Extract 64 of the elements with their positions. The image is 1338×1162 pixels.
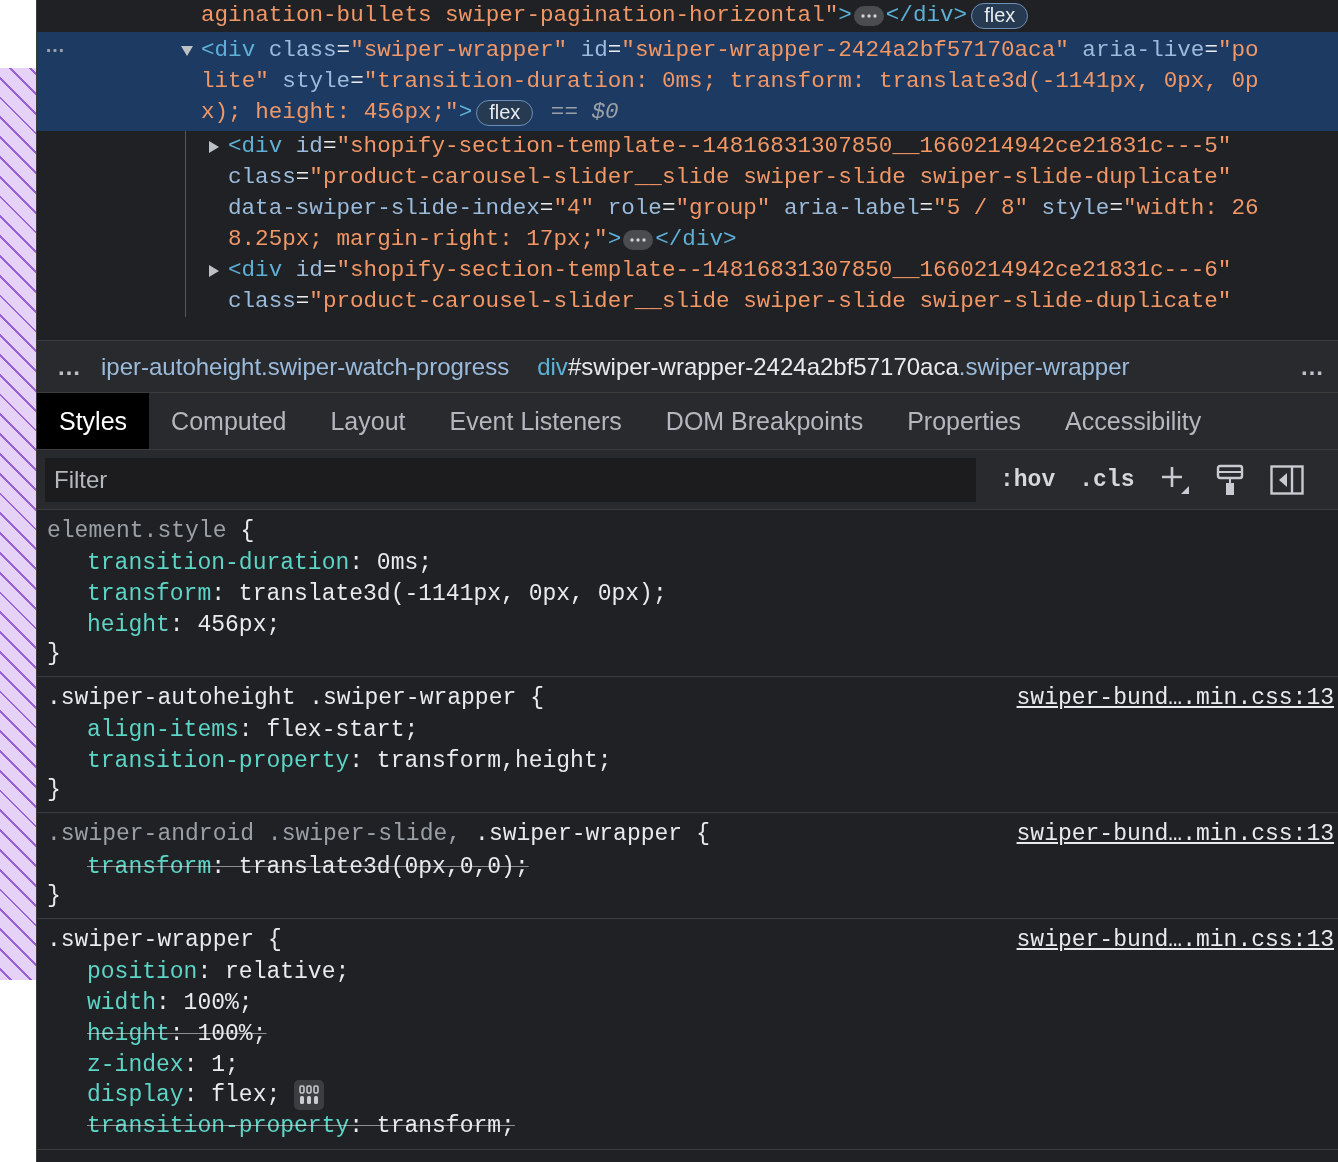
css-selector: .swiper-android .swiper-slide, [47,821,462,848]
flex-badge[interactable]: flex [971,2,1029,29]
opening-brace: { [268,927,282,954]
closing-brace: } [47,882,62,911]
disclosure-triangle-icon[interactable] [208,141,220,153]
css-declaration: align-items: flex-start; [87,717,419,744]
panel-tab[interactable]: Styles [37,393,150,449]
class-toggle[interactable]: .cls [1079,466,1135,493]
hover-state-toggle[interactable]: :hov [1000,466,1056,493]
panel-tab[interactable]: Accessibility [1043,393,1224,449]
css-selector: .swiper-autoheight .swiper-wrapper [47,685,517,712]
flex-badge[interactable]: flex [476,99,534,126]
css-declaration: z-index: 1; [87,1051,239,1078]
code-text: lite" style="transition-duration: 0ms; transform: translate3d(-1141px, 0px, 0p [201,67,1259,96]
opening-brace: { [696,821,710,848]
sidebar-toggle-icon[interactable] [1270,464,1305,495]
source-link[interactable]: swiper-bund….min.css:13 [1016,821,1334,848]
code-text: </div> [655,225,737,254]
panel-tab[interactable]: Computed [149,393,309,449]
closing-brace: } [47,640,62,669]
css-declaration: width: 100%; [87,990,253,1017]
css-selector: element.style [47,518,227,544]
code-text: agination-bullets swiper-pagination-horizontal"> [201,1,852,30]
filter-field[interactable]: Filter [45,457,976,502]
panel-tab[interactable]: Properties [885,393,1044,449]
code-text: data-swiper-slide-index="4" role="group" aria-label="5 / 8" style="width: 26 [228,194,1259,223]
source-link[interactable]: swiper-bund….min.css:13 [1016,685,1334,712]
panel-tab[interactable]: DOM Breakpoints [643,393,886,449]
breadcrumb-overflow[interactable]: … [1280,352,1338,381]
css-declaration: transform: translate3d(-1141px, 0px, 0px); [87,581,667,608]
code-text: class="product-carousel-slider__slide swiper-slide swiper-slide-duplicate" [228,163,1232,192]
breadcrumb[interactable]: div#swiper-wrapper-2424a2bf57170aca.swiper-wrapper [523,352,1144,381]
code-text: <div class="swiper-wrapper" id="swiper-wrapper-2424a2bf57170aca" aria-live="po [201,36,1259,65]
ellipsis-icon[interactable] [623,229,654,250]
code-text: </div> [885,1,968,30]
css-selector: .swiper-wrapper [475,821,683,848]
code-text: <div id="shopify-section-template--14816831307850__1660214942ce21831c---6" [228,256,1232,285]
css-declaration: position: relative; [87,959,350,986]
node-row[interactable]: <div id="shopify-section-template--14816831307850__1660214942ce21831c---6" class="product-carousel-slider__slide swiper-slide swiper-slide-duplicate" [186,255,1338,317]
new-rule-button[interactable] [1160,464,1191,495]
code-text: <div id="shopify-section-template--14816831307850__1660214942ce21831c---5" [228,132,1232,161]
paint-roller-icon[interactable] [1216,463,1245,496]
more-dots[interactable]: … [45,34,65,57]
code-text: x); height: 456px;"> [201,98,473,127]
selected-node-row[interactable]: … <div class="swiper-wrapper" id="swiper-wrapper-2424a2bf57170aca" aria-live="po lite" style="transition-duration: 0ms; transform: translate3d(-1141px, 0px, 0p x); height: 456px;"> flex == $0 [37,32,1338,131]
closing-brace: } [47,776,62,805]
css-declaration: transition-duration: 0ms; [87,550,433,577]
panel-tab[interactable]: Layout [308,393,428,449]
disclosure-triangle-icon[interactable] [181,45,193,57]
code-text: == $0 [549,98,619,127]
css-declaration: transition-property: transform,height; [87,748,612,775]
ellipsis-icon[interactable] [853,5,884,26]
css-declaration: height: 456px; [87,611,281,638]
flex-editor-icon[interactable] [294,1080,325,1111]
plus-icon [1160,464,1191,495]
opening-brace: { [240,518,255,544]
opening-brace: { [530,685,545,712]
disclosure-triangle-icon[interactable] [208,265,220,277]
code-text: class="product-carousel-slider__slide swiper-slide swiper-slide-duplicate" [228,287,1232,316]
source-link[interactable]: swiper-bund….min.css:13 [1016,927,1334,954]
css-selector: .swiper-wrapper [47,927,255,954]
css-declaration: display: flex; [87,1082,281,1109]
panel-tab[interactable]: Event Listeners [427,393,644,449]
code-text: 8.25px; margin-right: 17px;"> [228,225,622,254]
